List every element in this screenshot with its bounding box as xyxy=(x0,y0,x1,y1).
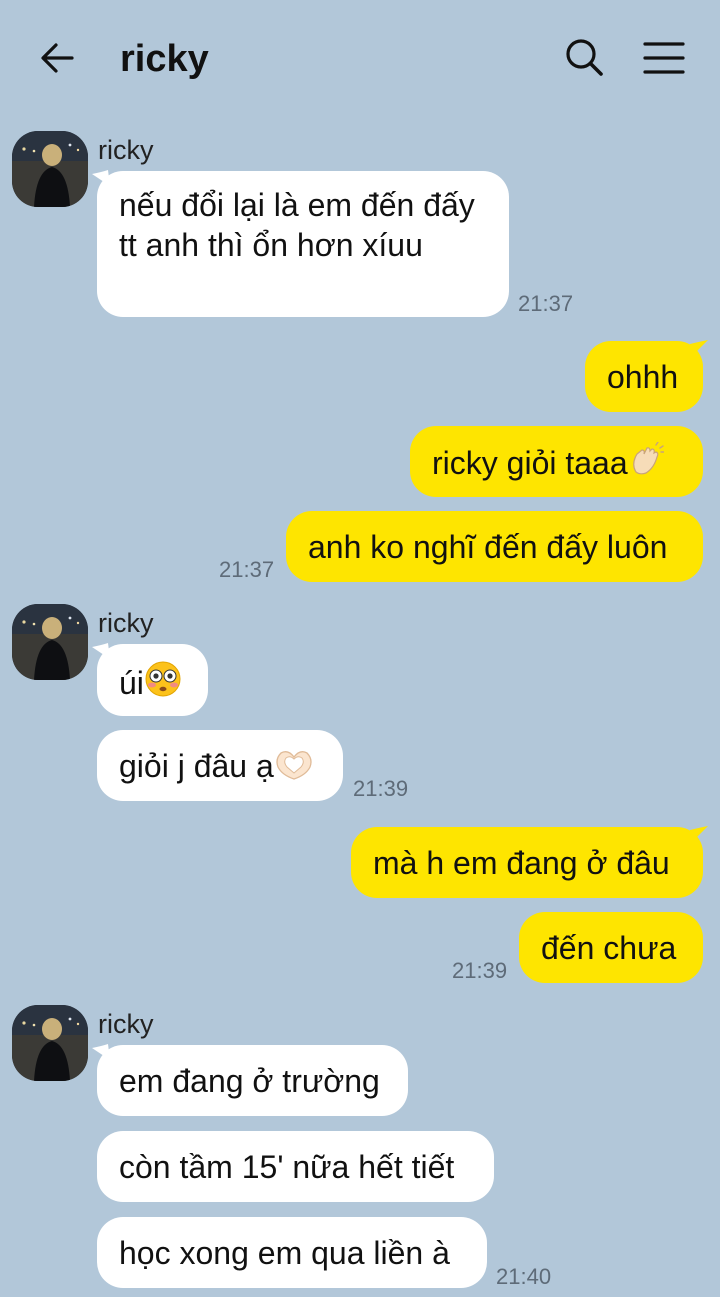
message-bubble[interactable]: còn tầm 15' nữa hết tiết xyxy=(97,1131,494,1202)
message-time: 21:40 xyxy=(496,1264,552,1289)
menu-button[interactable] xyxy=(640,36,688,80)
back-arrow-icon xyxy=(41,43,74,73)
message-text: giỏi j đâu ạ xyxy=(119,748,274,784)
message-time: 21:37 xyxy=(518,291,574,316)
sender-name: ricky xyxy=(98,608,154,638)
message-bubble[interactable]: anh ko nghĩ đến đấy luôn xyxy=(286,511,703,582)
message-time: 21:37 xyxy=(219,557,275,582)
message-bubble[interactable]: ricky giỏi taaa xyxy=(410,426,703,497)
menu-icon xyxy=(643,42,685,74)
clapping-hands-emoji xyxy=(628,441,665,487)
message-bubble[interactable]: giỏi j đâu ạ xyxy=(97,730,343,801)
message-bubble[interactable]: úi xyxy=(97,644,208,716)
message-time: 21:39 xyxy=(353,776,409,801)
chat-title: ricky xyxy=(120,38,209,80)
avatar[interactable] xyxy=(12,1005,88,1081)
message-bubble[interactable]: học xong em qua liền à xyxy=(97,1217,487,1288)
search-button[interactable] xyxy=(562,34,608,80)
message-text: úi xyxy=(119,665,144,701)
avatar[interactable] xyxy=(12,131,88,207)
avatar[interactable] xyxy=(12,604,88,680)
message-bubble[interactable]: em đang ở trường xyxy=(97,1045,408,1116)
sender-name: ricky xyxy=(98,1009,154,1039)
heart-hands-emoji xyxy=(274,747,314,790)
search-icon xyxy=(566,39,603,76)
profile-photo xyxy=(12,604,88,680)
message-bubble[interactable]: nếu đổi lại là em đến đấy tt anh thì ổn … xyxy=(97,171,509,317)
message-bubble[interactable]: đến chưa xyxy=(519,912,703,983)
sender-name: ricky xyxy=(98,135,154,165)
back-button[interactable] xyxy=(36,36,80,80)
message-bubble[interactable]: mà h em đang ở đâu xyxy=(351,827,703,898)
message-bubble[interactable]: ohhh xyxy=(585,341,703,412)
flushed-face-emoji xyxy=(144,660,182,707)
message-time: 21:39 xyxy=(452,958,508,983)
chat-header: ricky xyxy=(0,0,720,118)
message-text: ricky giỏi taaa xyxy=(432,445,628,481)
profile-photo xyxy=(12,131,88,207)
profile-photo xyxy=(12,1005,88,1081)
